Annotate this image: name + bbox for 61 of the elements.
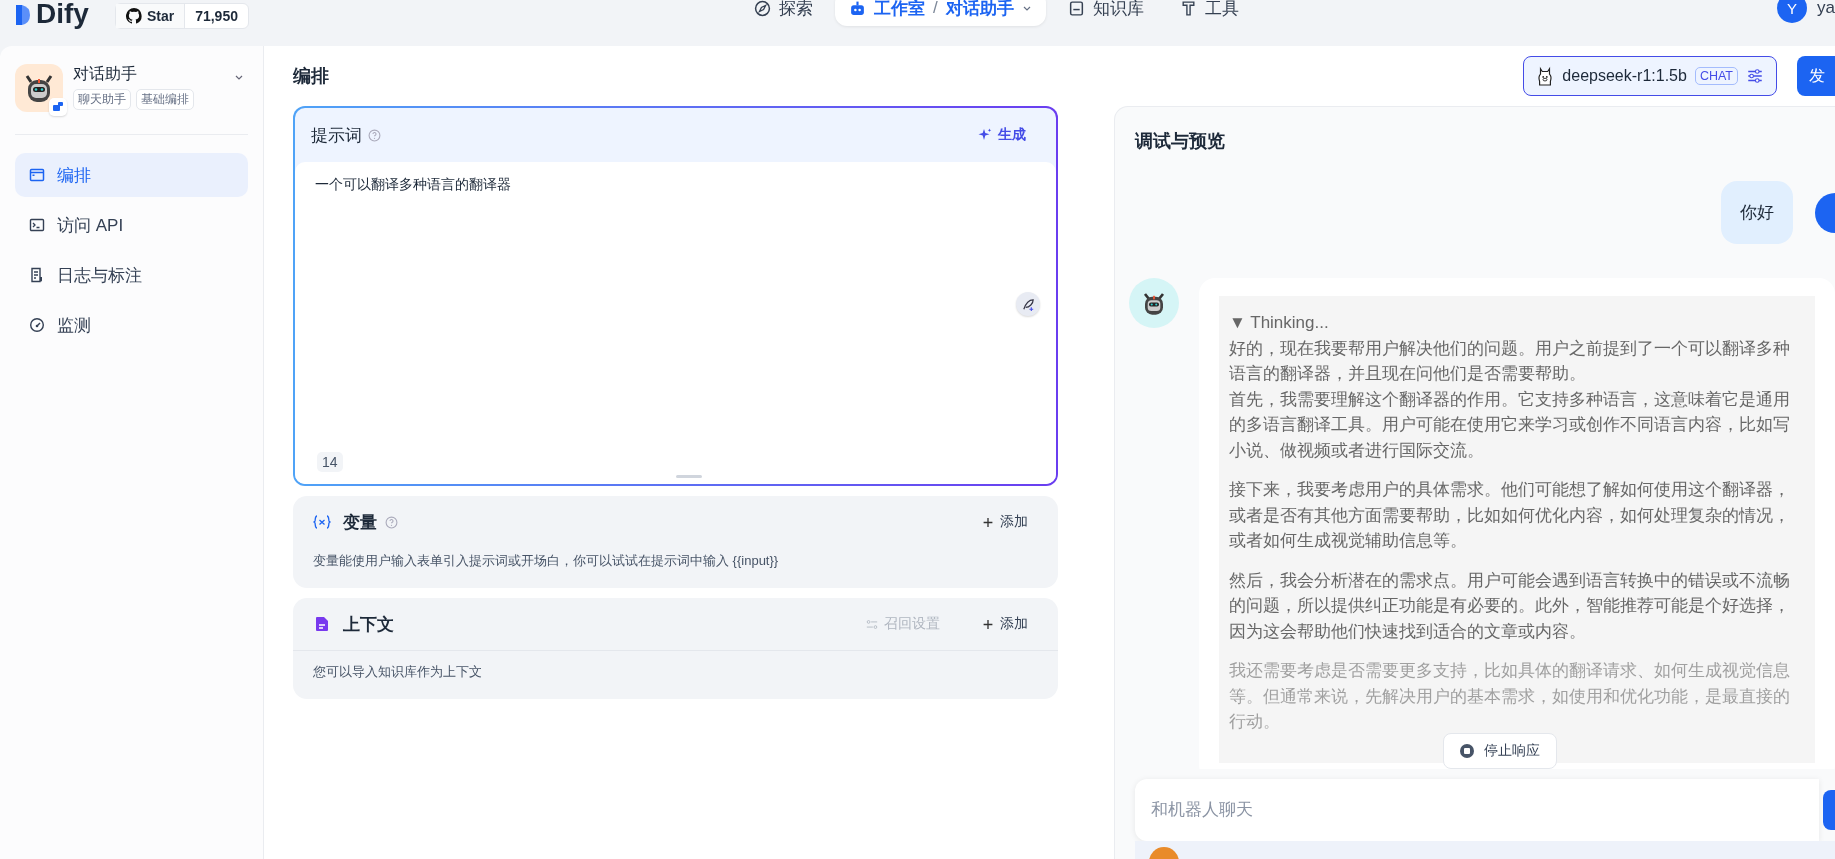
window-icon — [29, 167, 45, 183]
mode-tag: CHAT — [1694, 67, 1738, 85]
sliders-icon — [866, 618, 878, 630]
settings-icon[interactable] — [1746, 67, 1764, 85]
chat-badge-icon — [49, 98, 67, 116]
bot-avatar — [1129, 278, 1179, 328]
user-avatar[interactable]: Y — [1777, 0, 1807, 23]
sidebar-item[interactable]: 日志与标注 — [15, 253, 248, 297]
app-tag: 基础编排 — [136, 89, 194, 110]
thinking-text: 我还需要考虑是否需要更多支持，比如具体的翻译请求、如何生成视觉信息等。但通常来说，先解决用户的基本需求，如使用和优化功能，是最直接的行动。 — [1229, 660, 1791, 733]
stop-response-button[interactable]: 停止响应 — [1443, 733, 1557, 769]
book-icon — [1067, 0, 1085, 17]
gauge-icon — [29, 317, 45, 333]
plus-icon — [982, 516, 994, 528]
github-icon — [125, 8, 142, 24]
breadcrumb-separator: / — [933, 0, 938, 18]
document-icon — [313, 616, 331, 632]
prompt-title: 提示词 — [311, 124, 362, 147]
prompt-input[interactable]: 一个可以翻译多种语言的翻译器 — [295, 162, 1056, 208]
resize-handle[interactable] — [675, 475, 702, 478]
thinking-toggle[interactable]: ▼ Thinking... — [1229, 310, 1805, 336]
llama-icon — [1536, 65, 1555, 87]
star-count: 71,950 — [194, 7, 239, 26]
plus-icon — [982, 618, 994, 630]
robot-icon — [849, 0, 866, 17]
user-message: 你好 — [1721, 181, 1793, 244]
dify-logo[interactable]: Dify — [16, 0, 89, 30]
app-name[interactable]: 对话助手 — [73, 64, 194, 85]
thinking-text: 接下来，我要考虑用户的具体需求。他们可能想了解如何使用这个翻译器，或者是否有其他方面需要帮助，比如如何优化内容，如何处理复杂的情况，或者如何生成视觉辅助信息等。 — [1229, 479, 1791, 552]
sidebar-item[interactable]: 监测 — [15, 303, 248, 347]
terminal-icon — [29, 217, 45, 233]
section-title: 编排 — [293, 65, 330, 88]
app-tag: 聊天助手 — [73, 89, 131, 110]
chat-input[interactable]: 和机器人聊天 — [1135, 779, 1819, 841]
quill-icon[interactable] — [1016, 292, 1040, 316]
nav-tab[interactable]: 工具 — [1165, 0, 1253, 26]
add-button[interactable]: 添加 — [974, 611, 1036, 637]
star-label: Star — [146, 8, 175, 24]
variables-description: 变量能使用户输入表单引入提示词或开场白，你可以试试在提示词中输入 {{input}} — [312, 552, 780, 570]
sidebar-item[interactable]: 访问 API — [15, 203, 248, 247]
compass-icon — [754, 0, 771, 17]
preview-title: 调试与预览 — [1133, 130, 1226, 153]
add-button[interactable]: 添加 — [974, 509, 1036, 535]
github-star-button[interactable]: Star 71,950 — [114, 3, 249, 29]
thinking-text: 然后，我会分析潜在的需求点。用户可能会遇到语言转换中的错误或不流畅的问题，所以提供纠正功能是有必要的。此外，智能推荐可能是个好选择，因为这会帮助他们快速找到适合的文章或内容。 — [1229, 569, 1791, 643]
context-title: 上下文 — [343, 613, 394, 636]
thinking-text: 首先，我需要理解这个翻译器的作用。它支持多种语言，这意味着它是通用的多语言翻译工具。用户可能在使用它来学习或创作不同语言内容，比如写小说、做视频或者进行国际交流。 — [1229, 388, 1791, 462]
send-button[interactable] — [1823, 790, 1835, 830]
model-name: deepseek-r1:1.5b — [1562, 67, 1687, 85]
document-icon — [29, 267, 45, 283]
thinking-text: 好的，现在我要帮用户解决他们的问题。用户之前提到了一个可以翻译多种语言的翻译器，并且现在问他们是否需要帮助。 — [1229, 337, 1791, 385]
generate-button[interactable]: 生成 — [964, 122, 1040, 148]
nav-tab[interactable]: 探索 — [740, 0, 827, 26]
sidebar-item[interactable]: 编排 — [15, 153, 248, 197]
variables-title: 变量 — [343, 511, 377, 534]
context-description: 您可以导入知识库作为上下文 — [312, 663, 483, 681]
variable-icon — [313, 514, 331, 530]
model-selector[interactable]: deepseek-r1:1.5b CHAT — [1523, 56, 1777, 96]
character-count: 14 — [317, 452, 343, 472]
user-name[interactable]: ya — [1817, 0, 1835, 18]
publish-button[interactable]: 发 — [1797, 56, 1835, 96]
